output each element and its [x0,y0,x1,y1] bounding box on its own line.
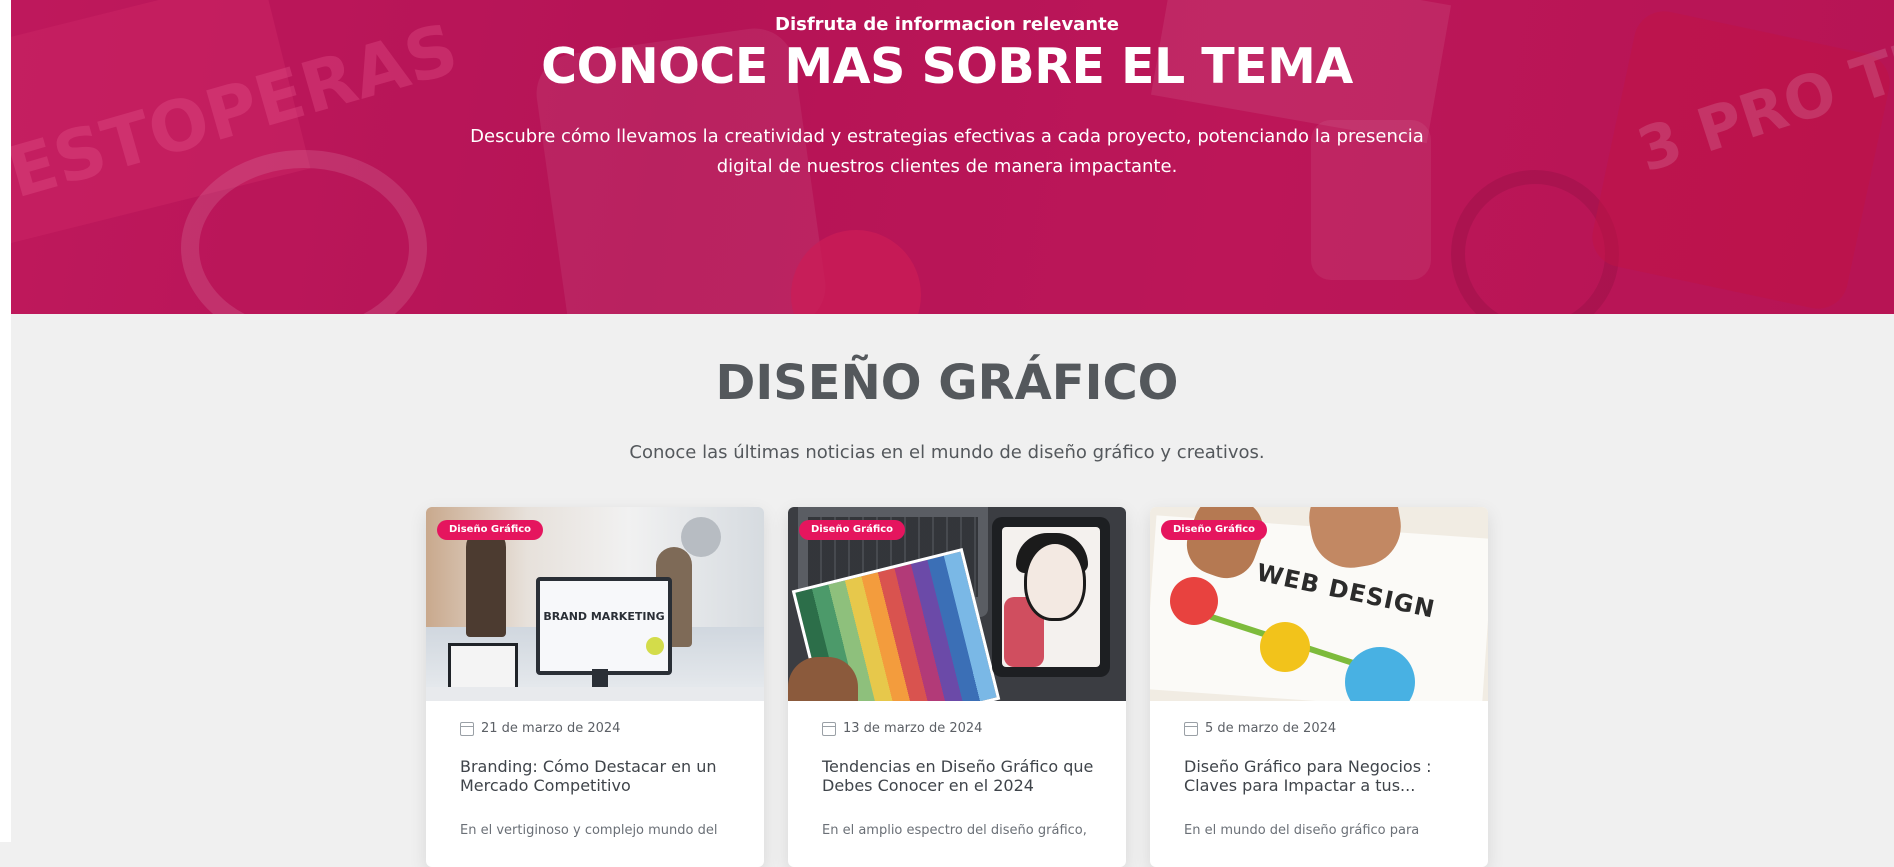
post-date-text: 13 de marzo de 2024 [843,721,983,736]
category-badge[interactable]: Diseño Gráfico [799,520,906,540]
hero-title: CONOCE MAS SOBRE EL TEMA [541,38,1353,95]
image-laptop [448,643,518,691]
section-title: DISEÑO GRÁFICO [715,355,1179,411]
image-hand [788,657,858,701]
image-figure [466,527,506,637]
image-dot [646,637,664,655]
post-excerpt: En el amplio espectro del diseño gráfico… [822,823,1087,838]
post-excerpt: En el mundo del diseño gráfico para [1184,823,1420,838]
post-date-text: 5 de marzo de 2024 [1205,721,1337,736]
category-badge[interactable]: Diseño Gráfico [437,520,544,540]
post-card[interactable]: Diseño Gráfico 13 de marzo de 2024 Tende… [788,507,1126,867]
section-description: Conoce las últimas noticias en el mundo … [629,442,1265,463]
image-monitor: BRAND MARKETING [536,577,672,675]
image-drawing-face [1024,541,1086,621]
category-badge[interactable]: Diseño Gráfico [1161,520,1268,540]
monitor-text: BRAND MARKETING [543,610,665,623]
post-date: 21 de marzo de 2024 [460,721,620,736]
post-date: 13 de marzo de 2024 [822,721,982,736]
page-left-edge [0,0,11,842]
post-title[interactable]: Diseño Gráfico para Negocios : Claves pa… [1184,757,1464,795]
post-card[interactable]: BRAND MARKETING Diseño Gráfico 21 de mar… [426,507,764,867]
post-title[interactable]: Tendencias en Diseño Gráfico que Debes C… [822,757,1102,795]
image-lamp [681,517,721,557]
post-title[interactable]: Branding: Cómo Destacar en un Mercado Co… [460,757,740,795]
calendar-icon [460,721,474,736]
post-date-text: 21 de marzo de 2024 [481,721,621,736]
hero-description: Descubre cómo llevamos la creatividad y … [470,126,1424,177]
calendar-icon [822,721,836,736]
hero-subtitle: Disfruta de informacion relevante [775,14,1119,35]
image-circle-yellow [1260,622,1310,672]
post-card[interactable]: WEB DESIGN Diseño Gráfico 5 de marzo de … [1150,507,1488,867]
calendar-icon [1184,721,1198,736]
image-circle-red [1170,577,1218,625]
post-date: 5 de marzo de 2024 [1184,721,1336,736]
post-excerpt: En el vertiginoso y complejo mundo del [460,823,718,838]
image-desk [426,687,764,701]
